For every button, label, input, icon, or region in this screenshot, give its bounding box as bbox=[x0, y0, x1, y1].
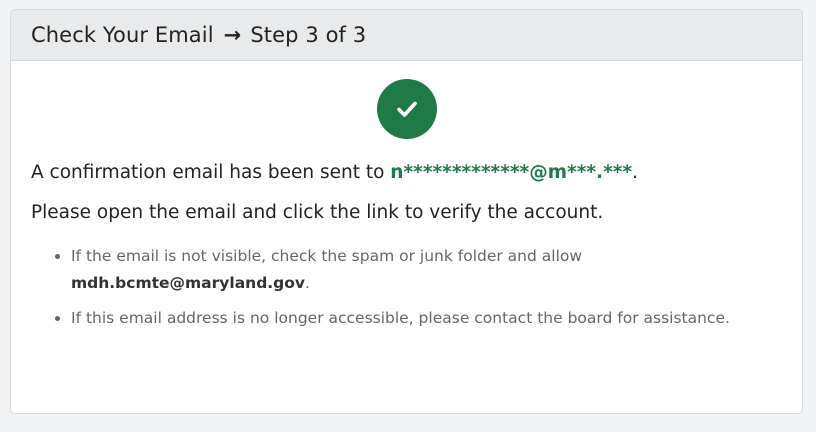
card-header: Check Your Email → Step 3 of 3 bbox=[11, 10, 802, 61]
access-note: If this email address is no longer acces… bbox=[71, 309, 730, 327]
checkmark-icon bbox=[397, 101, 417, 117]
confirmation-prefix: A confirmation email has been sent to bbox=[31, 162, 391, 183]
header-title: Check Your Email bbox=[31, 23, 214, 47]
spam-note-prefix: If the email is not visible, check the s… bbox=[71, 247, 583, 265]
spam-note-suffix: . bbox=[305, 274, 310, 292]
notes-list: If the email is not visible, check the s… bbox=[31, 243, 731, 340]
check-circle-icon bbox=[377, 79, 437, 139]
confirmation-message: A confirmation email has been sent to n*… bbox=[31, 162, 638, 183]
sender-email: mdh.bcmte@maryland.gov bbox=[71, 274, 306, 292]
list-item: If the email is not visible, check the s… bbox=[71, 243, 731, 297]
list-item: If this email address is no longer acces… bbox=[71, 305, 731, 332]
verify-instruction: Please open the email and click the link… bbox=[31, 202, 604, 223]
arrow-right-icon: → bbox=[223, 23, 242, 47]
email-verification-card: Check Your Email → Step 3 of 3 A confirm… bbox=[10, 9, 803, 414]
step-indicator: Step 3 of 3 bbox=[250, 23, 367, 47]
masked-email: n*************@m***.*** bbox=[390, 162, 633, 183]
confirmation-suffix: . bbox=[632, 162, 638, 183]
